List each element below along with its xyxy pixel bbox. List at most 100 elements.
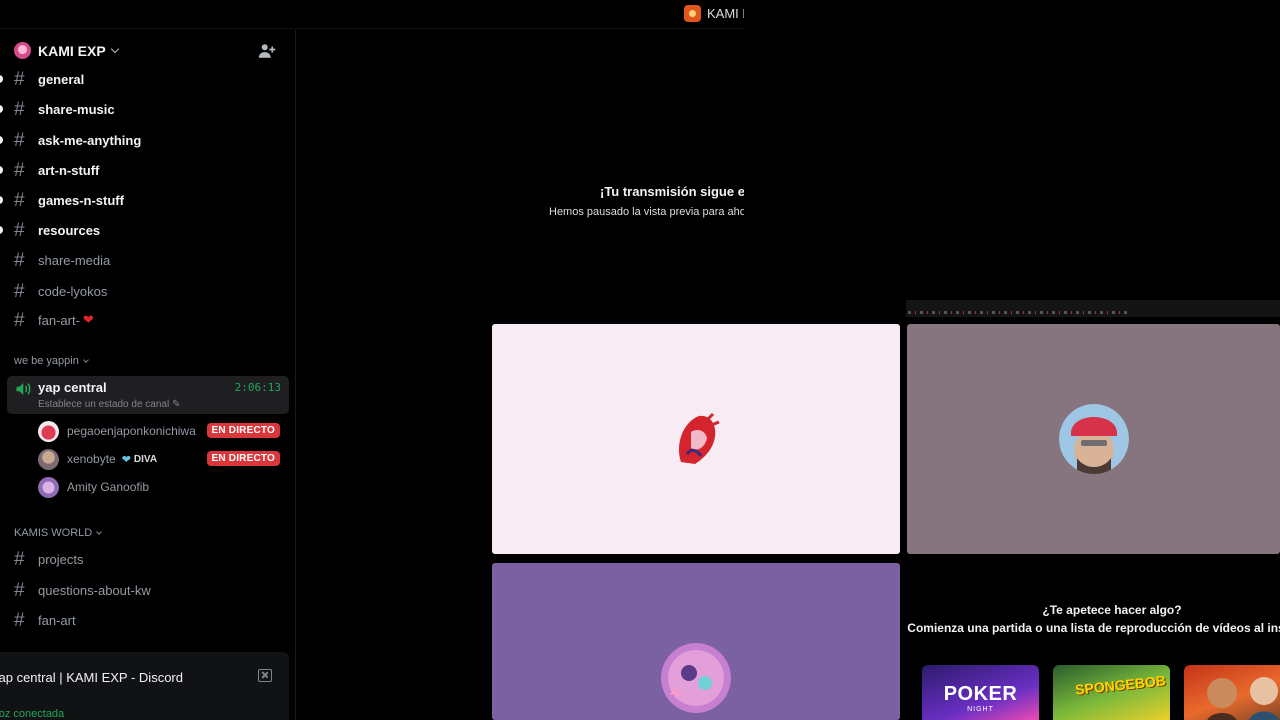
stream-paused-title: ¡Tu transmisión sigue en directo! bbox=[600, 184, 744, 199]
channel-sidebar: KAMI EXP # general # share-music # ask-m… bbox=[0, 30, 296, 720]
hashtag-icon: # bbox=[14, 309, 25, 331]
server-icon bbox=[684, 5, 701, 22]
activity-subtitle: Comienza una partida o una lista de repr… bbox=[907, 621, 1280, 635]
hashtag-icon: # bbox=[14, 129, 25, 151]
user-tag: ❤ DIVA bbox=[122, 453, 157, 466]
voice-connected-status: Voz conectada bbox=[0, 708, 65, 720]
channel-general[interactable]: # general bbox=[0, 64, 290, 94]
channel-share-music[interactable]: # share-music bbox=[0, 94, 290, 124]
game-art bbox=[1207, 677, 1279, 720]
avatar bbox=[38, 420, 59, 442]
avatar bbox=[661, 643, 731, 713]
channel-label: art-n-stuff bbox=[38, 162, 100, 178]
participant-tile[interactable] bbox=[492, 563, 900, 720]
user-name: xenobyte bbox=[67, 452, 116, 466]
chevron-down-icon bbox=[110, 44, 119, 53]
voice-channel-name: yap central bbox=[38, 380, 107, 395]
avatar-art bbox=[1058, 404, 1129, 474]
channel-ask-me-anything[interactable]: # ask-me-anything bbox=[0, 125, 290, 155]
category-kamis-world[interactable]: KAMIS WORLD bbox=[14, 527, 103, 539]
hashtag-icon: # bbox=[14, 579, 25, 601]
unread-indicator bbox=[0, 75, 3, 83]
channel-questions-about-kw[interactable]: # questions-about-kw bbox=[0, 575, 290, 605]
pencil-icon: ✎ bbox=[172, 399, 181, 410]
avatar bbox=[38, 448, 59, 470]
user-name: Amity Ganoofib bbox=[67, 480, 150, 494]
status-prompt-label: Establece un estado de canal bbox=[38, 399, 170, 410]
hashtag-icon: # bbox=[14, 548, 25, 570]
avatar bbox=[661, 404, 731, 474]
voice-user[interactable]: Amity Ganoofib bbox=[38, 475, 288, 499]
channel-label: fan-art bbox=[38, 612, 76, 628]
hashtag-icon: # bbox=[14, 280, 25, 302]
game-subtitle: NIGHT bbox=[967, 706, 994, 713]
voice-connection-popup: yap central | KAMI EXP - Discord Voz con… bbox=[0, 652, 289, 720]
tag-label: DIVA bbox=[133, 453, 158, 465]
channel-label: share-music bbox=[38, 101, 115, 117]
participant-tile[interactable] bbox=[492, 324, 900, 554]
server-name: KAMI EXP bbox=[38, 42, 106, 59]
avatar-art bbox=[661, 643, 731, 713]
heart-icon: ❤ bbox=[121, 453, 131, 466]
unread-indicator bbox=[0, 136, 3, 144]
channel-label: general bbox=[38, 71, 85, 87]
top-server-indicator[interactable]: KAMI EXP bbox=[684, 5, 744, 22]
activity-panel: ¿Te apetece hacer algo? Comienza una par… bbox=[907, 563, 1280, 720]
stream-paused-subtitle: Hemos pausado la vista previa para ahorr… bbox=[549, 206, 744, 218]
category-label: we be yappin bbox=[14, 355, 79, 367]
game-card-codenames[interactable] bbox=[1184, 665, 1280, 720]
game-title: SPONGEBOB bbox=[1074, 672, 1167, 698]
participant-tile[interactable] bbox=[907, 324, 1280, 554]
channel-label: share-media bbox=[38, 252, 111, 268]
unread-indicator bbox=[0, 166, 3, 174]
popup-title: yap central | KAMI EXP - Discord bbox=[0, 670, 183, 685]
hashtag-icon: # bbox=[14, 219, 25, 241]
channel-label: ask-me-anything bbox=[38, 132, 142, 148]
channel-resources[interactable]: # resources bbox=[0, 215, 290, 245]
game-card-spongebob[interactable]: SPONGEBOB bbox=[1053, 665, 1170, 720]
unread-indicator bbox=[0, 105, 3, 113]
avatar bbox=[1058, 404, 1129, 474]
channel-label: projects bbox=[38, 551, 84, 567]
hashtag-icon: # bbox=[14, 249, 25, 271]
top-server-label: KAMI EXP bbox=[707, 6, 744, 21]
invite-people-icon[interactable] bbox=[258, 42, 276, 60]
voice-channel-yap-central[interactable]: yap central 2:06:13 Establece un estado … bbox=[7, 376, 289, 414]
channel-fan-art[interactable]: # fan-art bbox=[0, 605, 290, 635]
game-card-poker-night[interactable]: POKER NIGHT bbox=[922, 665, 1039, 720]
hashtag-icon: # bbox=[14, 189, 25, 211]
voice-elapsed-time: 2:06:13 bbox=[234, 381, 281, 394]
category-we-be-yappin[interactable]: we be yappin bbox=[14, 355, 89, 367]
heart-icon: ❤ bbox=[82, 312, 94, 327]
hashtag-icon: # bbox=[14, 159, 25, 181]
stream-preview-strip bbox=[906, 300, 1280, 317]
channel-label: resources bbox=[38, 222, 101, 238]
channel-art-n-stuff[interactable]: # art-n-stuff bbox=[0, 155, 290, 185]
channel-label: games-n-stuff bbox=[38, 192, 124, 208]
hashtag-icon: # bbox=[14, 98, 25, 120]
close-icon[interactable] bbox=[258, 669, 272, 682]
channel-fan-art-heart[interactable]: # fan-art- ❤ bbox=[0, 305, 290, 335]
voice-user[interactable]: pegaoenjaponkonichiwa EN DIRECTO bbox=[38, 419, 288, 443]
game-title: POKER bbox=[943, 683, 1018, 705]
channel-games-n-stuff[interactable]: # games-n-stuff bbox=[0, 185, 290, 215]
speaker-icon bbox=[16, 383, 31, 395]
hashtag-icon: # bbox=[14, 68, 25, 90]
channel-projects[interactable]: # projects bbox=[0, 544, 290, 574]
user-name: pegaoenjaponkonichiwa bbox=[67, 424, 196, 438]
activity-title: ¿Te apetece hacer algo? bbox=[1042, 603, 1182, 617]
voice-user[interactable]: xenobyte ❤ DIVA EN DIRECTO bbox=[38, 447, 288, 471]
channel-label: questions-about-kw bbox=[38, 582, 151, 598]
avatar-art bbox=[661, 404, 731, 474]
avatar bbox=[38, 476, 59, 498]
channel-share-media[interactable]: # share-media bbox=[0, 245, 290, 275]
server-icon bbox=[14, 42, 31, 59]
unread-indicator bbox=[0, 226, 3, 234]
chevron-down-icon bbox=[96, 528, 103, 535]
unread-indicator bbox=[0, 196, 3, 204]
set-channel-status[interactable]: Establece un estado de canal ✎ bbox=[38, 399, 180, 410]
title-bar: KAMI EXP bbox=[0, 0, 744, 29]
channel-code-lyokos[interactable]: # code-lyokos bbox=[0, 276, 290, 306]
channel-label: fan-art- bbox=[38, 312, 80, 328]
live-badge: EN DIRECTO bbox=[206, 451, 280, 466]
